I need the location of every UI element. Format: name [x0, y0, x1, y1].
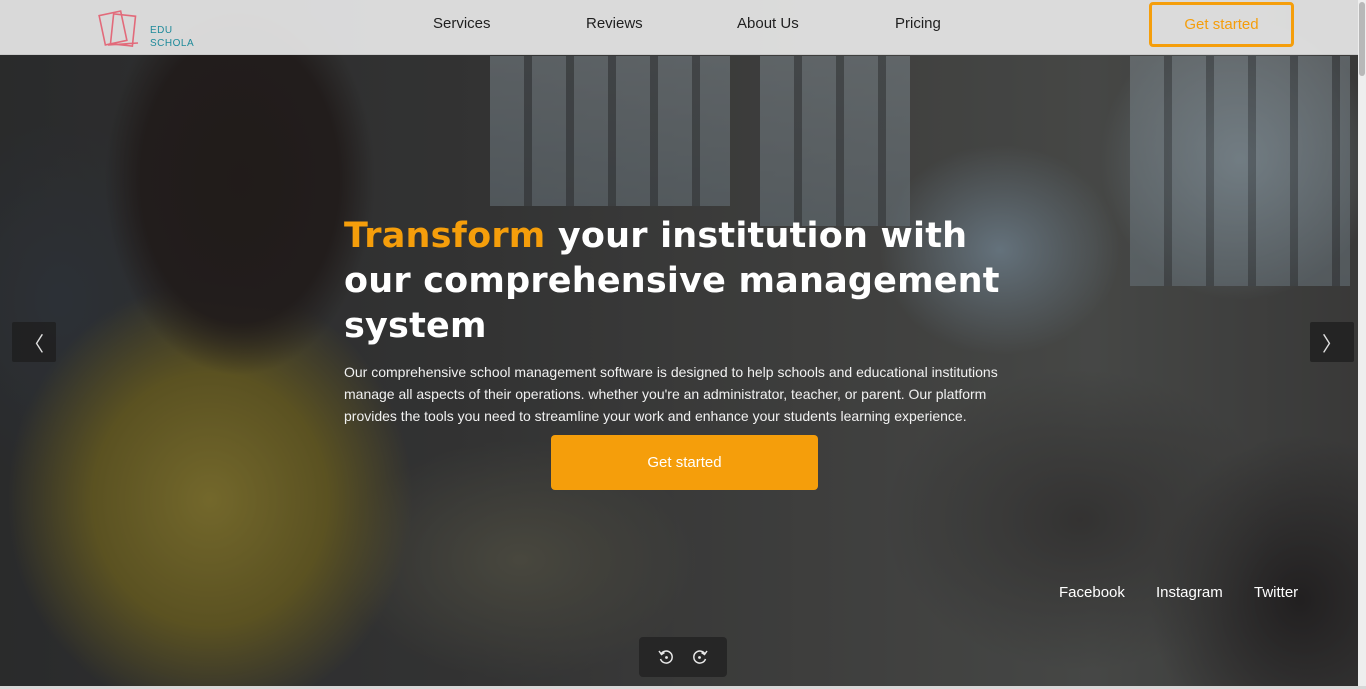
top-navbar: EDU SCHOLA Services Reviews About Us Pri… — [0, 0, 1366, 55]
media-controls — [639, 637, 727, 677]
forward-button[interactable] — [688, 645, 712, 669]
carousel-next-button[interactable]: 〉 — [1310, 322, 1354, 362]
nav-link-pricing[interactable]: Pricing — [895, 15, 941, 32]
nav-link-reviews[interactable]: Reviews — [586, 15, 643, 32]
hero-get-started-button[interactable]: Get started — [551, 435, 818, 490]
social-link-twitter[interactable]: Twitter — [1254, 584, 1298, 601]
chevron-left-icon: 〈 — [24, 333, 44, 356]
nav-get-started-button[interactable]: Get started — [1149, 2, 1294, 47]
scrollbar-thumb[interactable] — [1359, 2, 1365, 76]
hero-title: Transform your institution with our comp… — [344, 214, 1044, 349]
chevron-right-icon: 〉 — [1322, 333, 1342, 356]
hero-description: Our comprehensive school management soft… — [344, 364, 998, 424]
page-scrollbar[interactable] — [1358, 0, 1366, 689]
hero-content: Transform your institution with our comp… — [344, 214, 1044, 427]
hero-title-accent: Transform — [344, 216, 546, 256]
carousel-prev-button[interactable]: 〈 — [12, 322, 56, 362]
landing-page: EDU SCHOLA Services Reviews About Us Pri… — [0, 0, 1366, 689]
nav-link-about-us[interactable]: About Us — [737, 15, 799, 32]
social-link-facebook[interactable]: Facebook — [1059, 584, 1125, 601]
nav-link-services[interactable]: Services — [433, 15, 491, 32]
forward-icon — [693, 650, 708, 664]
rewind-button[interactable] — [654, 645, 678, 669]
social-link-instagram[interactable]: Instagram — [1156, 584, 1223, 601]
rewind-icon — [658, 650, 673, 664]
